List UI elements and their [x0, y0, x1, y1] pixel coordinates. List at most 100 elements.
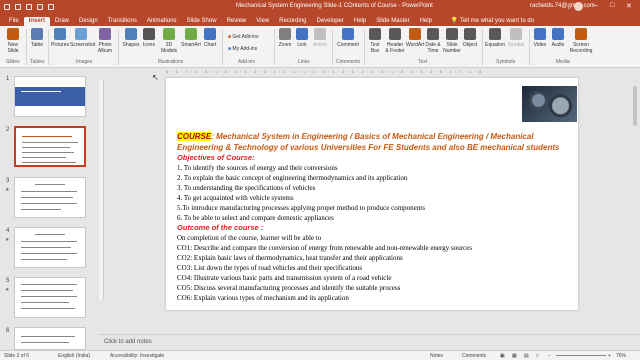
outcome-intro: On completion of the course, learner wil…: [177, 234, 322, 242]
shapes-label: Shapes: [122, 42, 140, 48]
date-time-label: Date & Time: [425, 42, 441, 54]
user-email[interactable]: rachetds.74@gmail.com: [530, 3, 595, 9]
maximize-button[interactable]: □: [610, 2, 614, 9]
slideshow-view-icon[interactable]: □: [536, 353, 539, 359]
zoom-in-icon[interactable]: +: [608, 353, 611, 359]
new-slide-icon: [7, 28, 19, 40]
pictures-button[interactable]: Pictures: [51, 28, 69, 48]
slide-thumbnail-6[interactable]: [14, 327, 86, 350]
screenshot-button[interactable]: Screenshot: [70, 28, 95, 48]
avatar[interactable]: [574, 2, 583, 11]
3d-models-button[interactable]: 3D Models: [160, 28, 178, 54]
screen-recording-icon: [575, 28, 587, 40]
shapes-button[interactable]: Shapes: [122, 28, 140, 48]
gears-image[interactable]: [522, 86, 577, 122]
undo-icon[interactable]: [26, 4, 32, 10]
get-add-ins-button[interactable]: ■ Get Add-ins: [228, 34, 259, 40]
tab-animations[interactable]: Animations: [142, 17, 182, 26]
new-slide-button[interactable]: New Slide: [3, 28, 23, 54]
thumb-line: [22, 157, 66, 158]
slide-sorter-icon[interactable]: ▦: [512, 353, 517, 359]
tab-view[interactable]: View: [251, 17, 274, 26]
comments-toggle[interactable]: Comments: [462, 353, 486, 359]
zoom-level[interactable]: 76%: [616, 353, 626, 359]
divider: [26, 29, 27, 65]
slide-thumbnail-5[interactable]: [14, 277, 86, 318]
accessibility-status[interactable]: Accessibility: Investigate: [110, 353, 164, 359]
thumb-line: [21, 247, 71, 248]
icons-button[interactable]: Icons: [141, 28, 157, 48]
tab-design[interactable]: Design: [74, 17, 103, 26]
table-button[interactable]: Table: [29, 28, 45, 48]
tab-recording[interactable]: Recording: [274, 17, 311, 26]
photo-album-button[interactable]: Photo Album: [96, 28, 114, 54]
thumb-number: 5: [6, 278, 10, 284]
notes-toggle[interactable]: Notes: [430, 353, 443, 359]
header-footer-button[interactable]: Header & Footer: [385, 28, 405, 54]
slide-number-button[interactable]: Slide Number: [442, 28, 462, 54]
redo-icon[interactable]: [37, 4, 43, 10]
slide-thumbnails-pane[interactable]: 1 2 3 ★ 4 ★ 5 ★ 6: [0, 68, 98, 350]
vertical-scrollbar[interactable]: [632, 82, 638, 332]
chart-button[interactable]: Chart: [203, 28, 217, 48]
table-label: Table: [31, 42, 43, 48]
language-indicator[interactable]: English (India): [58, 353, 90, 359]
symbol-button[interactable]: Symbol: [507, 28, 525, 48]
divider: [482, 29, 483, 65]
tab-review[interactable]: Review: [222, 17, 252, 26]
wordart-button[interactable]: WordArt: [406, 28, 424, 48]
close-button[interactable]: ✕: [626, 2, 632, 10]
zoom-slider[interactable]: [556, 355, 606, 356]
slide-thumbnail-4[interactable]: [14, 227, 86, 268]
photo-album-label: Photo Album: [97, 42, 113, 54]
screen-recording-button[interactable]: Screen Recording: [568, 28, 594, 54]
slide-thumbnail-2[interactable]: [14, 126, 86, 167]
text-box-button[interactable]: Text Box: [367, 28, 383, 54]
animation-star-icon: ★: [5, 287, 10, 293]
tab-insert[interactable]: Insert: [23, 17, 51, 26]
group-symbols: Symbols: [496, 59, 516, 65]
object-button[interactable]: Object: [462, 28, 478, 48]
audio-button[interactable]: Audio: [551, 28, 565, 48]
slide-canvas[interactable]: COURSE: Mechanical System in Engineering…: [166, 78, 578, 310]
tab-draw[interactable]: Draw: [50, 17, 74, 26]
scrollbar-thumb[interactable]: [633, 86, 637, 126]
tab-slide-show[interactable]: Slide Show: [182, 17, 222, 26]
divider: [48, 29, 49, 65]
comment-button[interactable]: Comment: [336, 28, 360, 48]
zoom-button[interactable]: Zoom: [278, 28, 292, 48]
tab-transitions[interactable]: Transitions: [103, 17, 142, 26]
normal-view-icon[interactable]: ▣: [500, 353, 505, 359]
thumb-line: [22, 162, 76, 163]
zoom-out-icon[interactable]: −: [548, 353, 551, 359]
date-time-button[interactable]: Date & Time: [425, 28, 441, 54]
notes-pane[interactable]: Click to add notes: [98, 334, 640, 349]
smartart-button[interactable]: SmartArt: [180, 28, 202, 48]
action-button[interactable]: Action: [312, 28, 328, 48]
new-slide-label: New Slide: [7, 42, 19, 54]
minimize-button[interactable]: –: [594, 2, 598, 9]
my-add-ins-button[interactable]: ■ My Add-ins: [228, 46, 257, 52]
icons-label: Icons: [143, 42, 155, 48]
tab-file[interactable]: File: [4, 17, 24, 26]
slide-thumbnail-3[interactable]: [14, 177, 86, 218]
text-box-label: Text Box: [370, 42, 380, 54]
slide-thumbnail-1[interactable]: [14, 76, 86, 117]
slide-content-textbox[interactable]: COURSE: Mechanical System in Engineering…: [177, 131, 575, 303]
autosave-icon[interactable]: [4, 4, 10, 10]
icons-icon: [143, 28, 155, 40]
tab-slide-master[interactable]: Slide Master: [371, 17, 414, 26]
outcome-item: CO3: List down the types of road vehicle…: [177, 264, 363, 272]
tell-me-search[interactable]: 💡 Tell me what you want to do: [437, 16, 539, 26]
thumb-line: [21, 290, 73, 291]
tab-help[interactable]: Help: [349, 17, 371, 26]
save-icon[interactable]: [15, 4, 21, 10]
title-bar: Mechanical System Engineering Slide-1 CO…: [0, 0, 640, 14]
tab-help-2[interactable]: Help: [415, 17, 437, 26]
reading-view-icon[interactable]: ▤: [524, 353, 529, 359]
equation-button[interactable]: Equation: [485, 28, 505, 48]
video-button[interactable]: Video: [533, 28, 547, 48]
link-button[interactable]: Link: [296, 28, 308, 48]
start-slideshow-icon[interactable]: [48, 4, 54, 10]
tab-developer[interactable]: Developer: [312, 17, 349, 26]
